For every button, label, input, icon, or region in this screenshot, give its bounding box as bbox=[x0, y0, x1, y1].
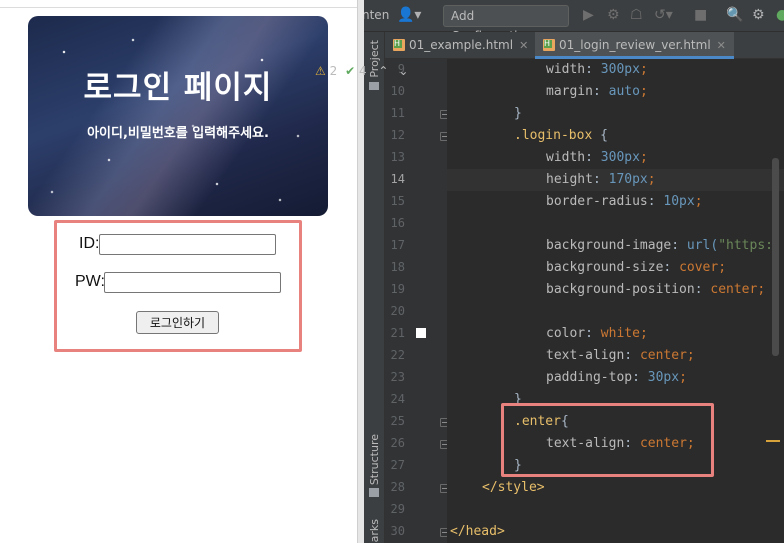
line-number: 14 bbox=[390, 172, 405, 186]
line-gutter: 9 10 11 12 13 14 15 16 17 18 19 20 21 22… bbox=[385, 59, 449, 543]
line-number: 25 bbox=[390, 414, 405, 428]
inspection-widget[interactable]: ⚠ 2 ✔ 4 ⌃ ⌄ bbox=[315, 64, 408, 78]
structure-icon[interactable] bbox=[369, 488, 379, 497]
html-file-icon bbox=[393, 39, 405, 51]
warning-icon: ⚠ bbox=[315, 64, 326, 78]
line-number: 27 bbox=[390, 458, 405, 472]
project-name-fragment: nten bbox=[364, 8, 390, 22]
pw-input[interactable] bbox=[104, 272, 281, 293]
close-icon[interactable]: ✕ bbox=[717, 39, 726, 52]
code-line: } bbox=[514, 106, 522, 121]
line-number: 11 bbox=[390, 106, 405, 120]
code-line: margin: auto; bbox=[546, 84, 648, 99]
code-line: border-radius: 10px; bbox=[546, 194, 703, 209]
check-icon: ✔ bbox=[345, 64, 356, 78]
search-icon[interactable]: 🔍 bbox=[726, 7, 743, 23]
user-icon[interactable]: 👤▾ bbox=[397, 7, 421, 23]
settings-gear-icon[interactable]: ⚙ bbox=[752, 7, 765, 23]
line-number: 28 bbox=[390, 480, 405, 494]
line-number: 23 bbox=[390, 370, 405, 384]
line-number: 17 bbox=[390, 238, 405, 252]
login-box: 로그인 페이지 아이디,비밀번호를 입력해주세요. bbox=[28, 16, 328, 216]
pw-row: PW: bbox=[75, 272, 281, 293]
line-number: 24 bbox=[390, 392, 405, 406]
split-divider[interactable] bbox=[357, 0, 364, 543]
editor-tabs: 01_example.html ✕ 01_login_review_ver.htm… bbox=[385, 32, 784, 59]
add-configuration-button[interactable]: Add Configuration... bbox=[443, 5, 569, 43]
line-number: 19 bbox=[390, 282, 405, 296]
line-number: 15 bbox=[390, 194, 405, 208]
structure-tool-label[interactable]: Structure bbox=[368, 434, 381, 485]
id-input[interactable] bbox=[99, 234, 276, 255]
line-number: 30 bbox=[390, 524, 405, 538]
id-label: ID: bbox=[79, 235, 100, 252]
ide-toolbar: nten 👤▾ Add Configuration... ▶ ⚙ ☖ ↺▾ ■ … bbox=[364, 0, 784, 43]
run-icon[interactable]: ▶ bbox=[583, 7, 594, 23]
line-number: 22 bbox=[390, 348, 405, 362]
code-line: background-size: cover; bbox=[546, 260, 727, 275]
pw-label: PW: bbox=[75, 273, 105, 290]
code-line: width: 300px; bbox=[546, 150, 648, 165]
ok-count: 4 bbox=[358, 64, 367, 78]
folder-icon[interactable] bbox=[369, 82, 379, 90]
page-heading: 로그인 페이지 bbox=[83, 70, 273, 106]
code-line: color: white; bbox=[546, 326, 648, 341]
code-line: .login-box { bbox=[514, 128, 608, 143]
tab-example-html[interactable]: 01_example.html ✕ bbox=[393, 32, 528, 59]
coverage-icon[interactable]: ☖ bbox=[630, 7, 643, 23]
page-subtitle: 아이디,비밀번호를 입력해주세요. bbox=[87, 126, 269, 141]
close-icon[interactable]: ✕ bbox=[519, 39, 528, 52]
tool-window-strip: Project Structure arks bbox=[364, 32, 385, 543]
line-number: 12 bbox=[390, 128, 405, 142]
stop-icon[interactable]: ■ bbox=[694, 7, 707, 23]
chevron-down-icon[interactable]: ⌄ bbox=[398, 64, 408, 78]
browser-top-edge bbox=[0, 0, 357, 8]
color-swatch-white[interactable] bbox=[416, 328, 426, 338]
code-line: text-align: center; bbox=[546, 348, 695, 363]
login-button[interactable]: 로그인하기 bbox=[136, 311, 219, 334]
line-number: 13 bbox=[390, 150, 405, 164]
code-line: background-position: center; bbox=[546, 282, 766, 297]
tab-login-review[interactable]: 01_login_review_ver.html ✕ bbox=[535, 32, 734, 59]
bookmarks-tool-label[interactable]: arks bbox=[368, 519, 381, 542]
html-file-icon bbox=[543, 39, 555, 51]
chevron-up-icon[interactable]: ⌃ bbox=[378, 64, 388, 78]
browser-preview: 로그인 페이지 아이디,비밀번호를 입력해주세요. ID: PW: 로그인하기 bbox=[0, 0, 357, 543]
profile-icon[interactable]: ↺▾ bbox=[654, 7, 673, 23]
line-number: 18 bbox=[390, 260, 405, 274]
plugin-icon[interactable]: ● bbox=[776, 7, 784, 23]
line-number: 16 bbox=[390, 216, 405, 230]
warning-count: 2 bbox=[329, 64, 338, 78]
id-row: ID: bbox=[79, 234, 276, 255]
line-number: 10 bbox=[390, 84, 405, 98]
code-line: height: 170px; bbox=[546, 172, 656, 187]
line-number: 29 bbox=[390, 502, 405, 516]
code-line: </style> bbox=[482, 480, 545, 495]
line-number: 21 bbox=[390, 326, 405, 340]
code-line: background-image: url("https: bbox=[546, 238, 773, 253]
error-stripe-marker[interactable] bbox=[766, 440, 780, 442]
editor-scrollbar[interactable] bbox=[772, 158, 779, 356]
line-number: 20 bbox=[390, 304, 405, 318]
line-number: 26 bbox=[390, 436, 405, 450]
code-highlight-box bbox=[501, 403, 714, 477]
code-line: width: 300px; bbox=[546, 62, 648, 77]
code-line: </head> bbox=[450, 524, 505, 539]
tab-label: 01_login_review_ver.html bbox=[559, 38, 711, 52]
code-line: padding-top: 30px; bbox=[546, 370, 687, 385]
debug-icon[interactable]: ⚙ bbox=[607, 7, 620, 23]
tab-label: 01_example.html bbox=[409, 38, 514, 52]
